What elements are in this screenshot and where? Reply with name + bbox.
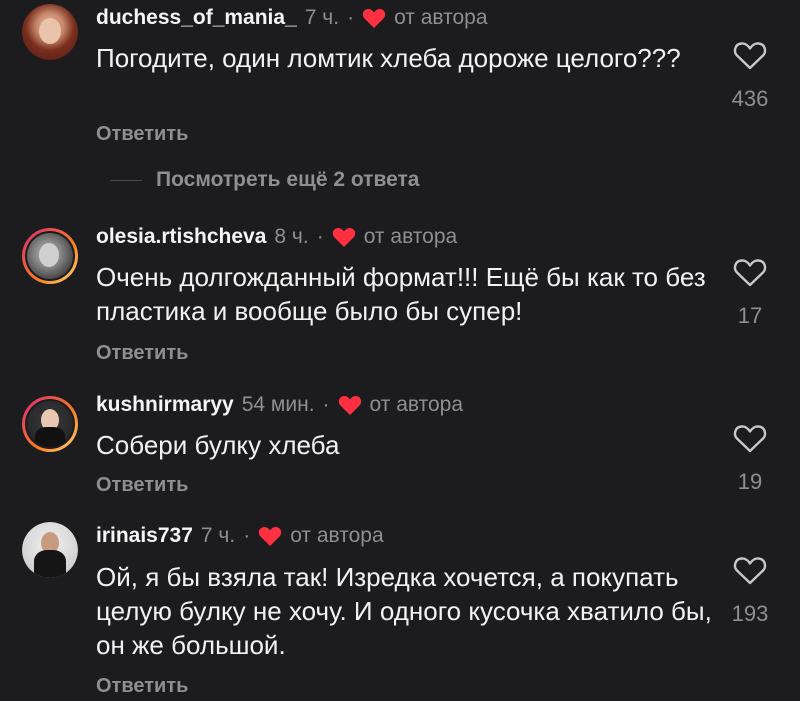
view-more-label: Посмотреть ещё 2 ответа	[156, 168, 420, 191]
like-count: 436	[731, 86, 769, 111]
like-control: 17	[728, 257, 772, 329]
like-count: 19	[737, 469, 763, 494]
like-control: 436	[728, 40, 772, 112]
author-liked-label: от автора	[290, 524, 384, 547]
comment-meta: irinais737 7 ч. · от автора	[96, 524, 384, 548]
author-liked-label: от автора	[394, 6, 488, 29]
divider	[110, 179, 142, 181]
timestamp: 8 ч.	[274, 225, 309, 248]
comment-meta: kushnirmaryy 54 мин. · от автора	[96, 393, 463, 417]
separator-dot: ·	[243, 524, 251, 547]
avatar[interactable]	[22, 228, 78, 284]
username[interactable]: irinais737	[96, 524, 193, 548]
timestamp: 54 мин.	[241, 393, 315, 416]
heart-outline-icon[interactable]	[733, 423, 767, 453]
timestamp: 7 ч.	[304, 6, 340, 29]
separator-dot: ·	[316, 225, 324, 248]
comment-text: Собери булку хлеба	[96, 430, 340, 460]
like-control: 19	[728, 423, 772, 495]
comment-text: Очень долгожданный формат!!! Ещё бы как …	[96, 262, 706, 326]
separator-dot: ·	[322, 393, 330, 416]
author-liked-label: от автора	[369, 393, 463, 416]
heart-filled-icon	[259, 526, 282, 546]
author-liked-label: от автора	[363, 225, 458, 248]
reply-button[interactable]: Ответить	[96, 474, 188, 497]
heart-filled-icon	[338, 395, 361, 415]
username[interactable]: kushnirmaryy	[96, 393, 234, 417]
heart-outline-icon[interactable]	[733, 40, 767, 70]
avatar[interactable]	[22, 4, 78, 60]
comment-meta: duchess_of_mania_ 7 ч. · от автора	[96, 6, 488, 30]
avatar[interactable]	[22, 396, 78, 452]
separator-dot: ·	[347, 6, 355, 29]
username[interactable]: olesia.rtishcheva	[96, 225, 266, 249]
heart-filled-icon	[362, 8, 386, 28]
like-control: 193	[728, 555, 772, 627]
comment-text: Ой, я бы взяла так! Изредка хочется, а п…	[96, 562, 712, 660]
heart-filled-icon	[332, 227, 355, 247]
heart-outline-icon[interactable]	[733, 555, 767, 585]
heart-outline-icon[interactable]	[733, 257, 767, 287]
comment-text: Погодите, один ломтик хлеба дороже целог…	[96, 43, 681, 73]
username[interactable]: duchess_of_mania_	[96, 6, 297, 30]
like-count: 17	[737, 303, 763, 328]
reply-button[interactable]: Ответить	[96, 123, 188, 146]
reply-button[interactable]: Ответить	[96, 342, 188, 365]
like-count: 193	[731, 601, 769, 626]
view-more-replies-button[interactable]: Посмотреть ещё 2 ответа	[110, 168, 419, 192]
avatar[interactable]	[22, 522, 78, 578]
reply-button[interactable]: Ответить	[96, 675, 188, 698]
timestamp: 7 ч.	[200, 524, 236, 547]
comment-meta: olesia.rtishcheva 8 ч. · от автора	[96, 225, 457, 249]
